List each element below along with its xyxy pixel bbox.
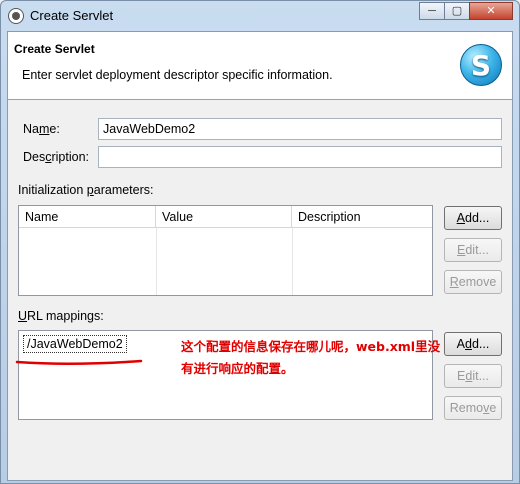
edit-button-mnemonic: E [457,243,466,257]
remove-button-text-end: emove [458,275,497,289]
column-divider [292,228,293,295]
init-params-label-mnemonic: p [86,183,94,197]
banner-title: Create Servlet [14,42,95,56]
dialog-body: Create Servlet Enter servlet deployment … [7,31,513,481]
column-header-name[interactable]: Name [19,206,156,228]
description-label: Description: [23,150,89,164]
name-input[interactable] [98,118,502,140]
window-title: Create Servlet [30,8,114,23]
init-params-label-text: Initialization [18,183,87,197]
init-params-add-button[interactable]: Add... [444,206,502,230]
name-label-text-end: e: [49,122,60,136]
edit-button-text: E [457,369,466,383]
name-label-mnemonic: m [38,122,50,136]
close-button[interactable]: ✕ [469,2,513,20]
init-params-edit-button[interactable]: Edit... [444,238,502,262]
url-mappings-remove-button[interactable]: Remo v e [444,396,502,420]
list-item[interactable]: /JavaWebDemo2 [23,335,127,353]
remove-button-text-end: e [489,401,497,415]
name-label: Name: [23,122,60,136]
column-header-value[interactable]: Value [156,206,292,228]
minimize-button[interactable]: ─ [419,2,445,20]
title-bar[interactable]: Create Servlet ─ ▢ ✕ [1,1,519,31]
red-underline-annotation [15,359,143,365]
remove-button-mnemonic: R [449,275,459,289]
add-button-text-end: dd... [465,211,490,225]
create-servlet-window: Create Servlet ─ ▢ ✕ Create Servlet Ente… [0,0,520,484]
servlet-logo-icon: S [460,44,502,86]
init-params-label-text-end: arameters: [93,183,154,197]
remove-button-text: Remo [449,401,484,415]
window-controls: ─ ▢ ✕ [419,2,513,20]
maximize-button[interactable]: ▢ [444,2,470,20]
eclipse-icon [8,8,24,24]
add-button-text-end: d... [471,337,490,351]
name-label-text: Na [23,122,39,136]
url-mappings-label-mnemonic: U [18,309,28,323]
edit-button-text-end: dit... [465,243,489,257]
add-button-text: A [456,337,465,351]
init-params-table[interactable]: Name Value Description [18,205,433,296]
url-mappings-add-button[interactable]: Ad d... [444,332,502,356]
column-header-description[interactable]: Description [292,206,432,228]
annotation-note: 这个配置的信息保存在哪儿呢，web.xml里没有进行响应的配置。 [181,339,441,376]
edit-button-mnemonic: d [465,369,473,383]
description-label-text: Des [23,150,46,164]
description-label-text-end: ription: [51,150,90,164]
wizard-banner: Create Servlet Enter servlet deployment … [8,32,512,100]
banner-description: Enter servlet deployment descriptor spec… [22,68,333,82]
description-input[interactable] [98,146,502,168]
init-params-remove-button[interactable]: Remove [444,270,502,294]
url-mappings-edit-button[interactable]: Ed it... [444,364,502,388]
url-mappings-label-text-end: RL mappings: [27,309,104,323]
init-params-label: Initialization parameters: [18,183,154,197]
url-mappings-label: URL mappings: [18,309,104,323]
add-button-mnemonic: d [465,337,472,351]
column-divider [156,228,157,295]
add-button-mnemonic: A [456,211,465,225]
init-params-table-header: Name Value Description [19,206,432,228]
edit-button-text-end: it... [472,369,489,383]
